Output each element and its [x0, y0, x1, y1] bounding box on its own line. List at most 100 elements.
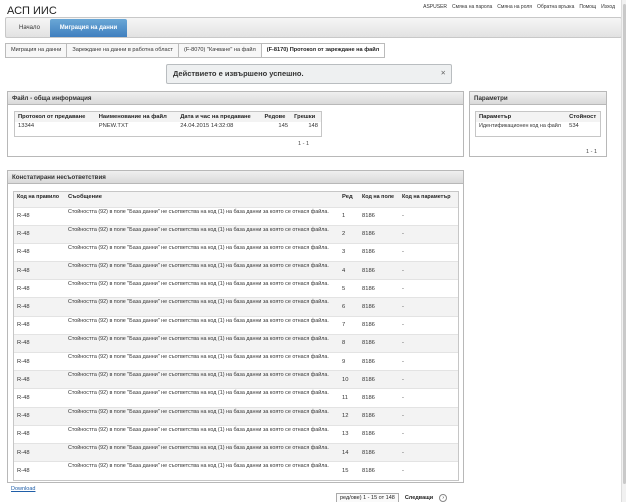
- row-number-cell: 1: [339, 206, 359, 226]
- field-code-cell: 8186: [359, 297, 399, 317]
- message-cell: Стойността (92) в поле "База данни" не с…: [65, 279, 339, 298]
- message-cell: Стойността (92) в поле "База данни" не с…: [65, 242, 339, 262]
- field-code-cell: 8186: [359, 461, 399, 480]
- rule-cell: R-48: [14, 279, 65, 298]
- param-code-cell: -: [399, 388, 458, 408]
- toplink-feedback[interactable]: Обратна връзка: [537, 4, 574, 10]
- col-header: Редове: [261, 112, 292, 122]
- cell: PNEW.TXT: [98, 123, 129, 129]
- nav-tab-home[interactable]: Начало: [11, 19, 48, 37]
- param-code-cell: -: [399, 261, 458, 280]
- param-code-cell: -: [399, 242, 458, 262]
- breadcrumb: Миграция на данни Зареждане на данни в р…: [5, 43, 386, 58]
- field-code-cell: 8186: [359, 242, 399, 262]
- nonconformities-title: Констатирани несъответствия: [8, 171, 463, 184]
- table-row: R-48 Стойността (92) в поле "База данни" …: [14, 297, 458, 317]
- next-page-icon[interactable]: ›: [439, 494, 448, 502]
- cell: 534: [569, 123, 579, 130]
- success-message-text: Действието е извършено успешно.: [173, 69, 304, 78]
- param-code-cell: -: [399, 224, 458, 244]
- row-number-cell: 7: [339, 315, 359, 335]
- table-row: R-48 Стойността (92) в поле "База данни" …: [14, 406, 458, 426]
- rule-cell: R-48: [14, 351, 65, 371]
- params-table: Параметър Стойност Идентификационен код …: [476, 112, 600, 131]
- col-header: Ред: [339, 192, 359, 207]
- rule-cell: R-48: [14, 388, 65, 408]
- message-cell: Стойността (92) в поле "База данни" не с…: [65, 224, 339, 244]
- rule-cell: R-48: [14, 224, 65, 244]
- field-code-cell: 8186: [359, 224, 399, 244]
- message-cell: Стойността (92) в поле "База данни" не с…: [65, 297, 339, 317]
- col-header: Код на поле: [359, 192, 399, 207]
- rule-cell: R-48: [14, 297, 65, 317]
- row-number-cell: 2: [339, 224, 359, 244]
- table-row: R-48 Стойността (92) в поле "База данни" …: [14, 315, 458, 335]
- download-link[interactable]: Download: [11, 486, 35, 492]
- table-row: R-48 Стойността (92) в поле "База данни" …: [14, 333, 458, 353]
- col-header: Грешки: [291, 112, 321, 122]
- message-cell: Стойността (92) в поле "База данни" не с…: [65, 351, 339, 371]
- cell: 145: [278, 123, 289, 129]
- top-links: ASPUSER Смяна на парола Смяна на роля Об…: [423, 4, 615, 10]
- field-code-cell: 8186: [359, 442, 399, 462]
- toplink-change-role[interactable]: Смяна на роля: [497, 4, 532, 10]
- params-panel: Параметри Параметър Стойност Идентификац…: [469, 91, 607, 157]
- table-row: R-48 Стойността (92) в поле "База данни" …: [14, 388, 458, 408]
- table-row: R-48 Стойността (92) в поле "База данни" …: [14, 224, 458, 244]
- file-info-pager: 1 - 1: [298, 141, 310, 147]
- nonconformities-table: Код на правило Съобщение Ред Код на поле…: [14, 192, 458, 480]
- field-code-cell: 8186: [359, 370, 399, 389]
- rule-cell: R-48: [14, 406, 65, 426]
- breadcrumb-item[interactable]: Миграция на данни: [5, 43, 68, 58]
- close-icon[interactable]: ✕: [441, 65, 446, 83]
- file-info-title: Файл - обща информация: [8, 92, 463, 105]
- rule-cell: R-48: [14, 442, 65, 462]
- next-page-link[interactable]: Следващи: [405, 495, 433, 501]
- field-code-cell: 8186: [359, 206, 399, 226]
- toplink-user[interactable]: ASPUSER: [423, 4, 447, 10]
- table-row: Идентификационен код на файл 534: [476, 122, 600, 131]
- col-header: Наименование на файл: [95, 112, 178, 122]
- breadcrumb-item[interactable]: (F-8070) "Качване" на файл: [177, 43, 262, 58]
- row-number-cell: 9: [339, 351, 359, 371]
- toplink-logout[interactable]: Изход: [601, 4, 615, 10]
- table-row: R-48 Стойността (92) в поле "База данни" …: [14, 351, 458, 371]
- nav-tab-data-migration[interactable]: Миграция на данни: [50, 19, 127, 37]
- message-cell: Стойността (92) в поле "База данни" не с…: [65, 388, 339, 408]
- nonconformities-table-wrap: Код на правило Съобщение Ред Код на поле…: [13, 191, 459, 481]
- page-info: ред/ове) 1 - 15 от 148: [336, 493, 399, 502]
- param-code-cell: -: [399, 442, 458, 462]
- col-header: Код на параметър: [399, 192, 458, 207]
- param-code-cell: -: [399, 315, 458, 335]
- cell: 24.04.2015 14:32:08: [180, 123, 234, 129]
- page-scrollbar[interactable]: [621, 0, 626, 502]
- rule-cell: R-48: [14, 242, 65, 262]
- toplink-change-password[interactable]: Смяна на парола: [452, 4, 492, 10]
- message-cell: Стойността (92) в поле "База данни" не с…: [65, 315, 339, 335]
- table-row: R-48 Стойността (92) в поле "База данни" …: [14, 279, 458, 298]
- row-number-cell: 13: [339, 424, 359, 444]
- table-row: R-48 Стойността (92) в поле "База данни" …: [14, 206, 458, 226]
- field-code-cell: 8186: [359, 388, 399, 408]
- field-code-cell: 8186: [359, 424, 399, 444]
- nonconformities-panel: Констатирани несъответствия Код на прави…: [7, 170, 464, 483]
- param-code-cell: -: [399, 279, 458, 298]
- cell: 148: [308, 123, 318, 129]
- params-table-wrap: Параметър Стойност Идентификационен код …: [475, 111, 601, 137]
- scrollbar-thumb[interactable]: [623, 4, 626, 484]
- param-code-cell: -: [399, 297, 458, 317]
- row-number-cell: 10: [339, 370, 359, 389]
- message-cell: Стойността (92) в поле "База данни" не с…: [65, 424, 339, 444]
- file-info-table: Протокол от предаване Наименование на фа…: [15, 112, 321, 130]
- success-message: Действието е извършено успешно. ✕: [166, 64, 452, 84]
- message-cell: Стойността (92) в поле "База данни" не с…: [65, 442, 339, 462]
- cell: 13344: [18, 123, 35, 129]
- breadcrumb-item[interactable]: Зареждане на данни в работна област: [66, 43, 179, 58]
- param-code-cell: -: [399, 370, 458, 389]
- table-row: R-48 Стойността (92) в поле "База данни" …: [14, 461, 458, 480]
- message-cell: Стойността (92) в поле "База данни" не с…: [65, 370, 339, 389]
- toplink-help[interactable]: Помощ: [579, 4, 596, 10]
- table-row: R-48 Стойността (92) в поле "База данни" …: [14, 424, 458, 444]
- file-info-table-wrap: Протокол от предаване Наименование на фа…: [14, 111, 322, 137]
- pagination: ред/ове) 1 - 15 от 148 Следващи ›: [336, 493, 448, 502]
